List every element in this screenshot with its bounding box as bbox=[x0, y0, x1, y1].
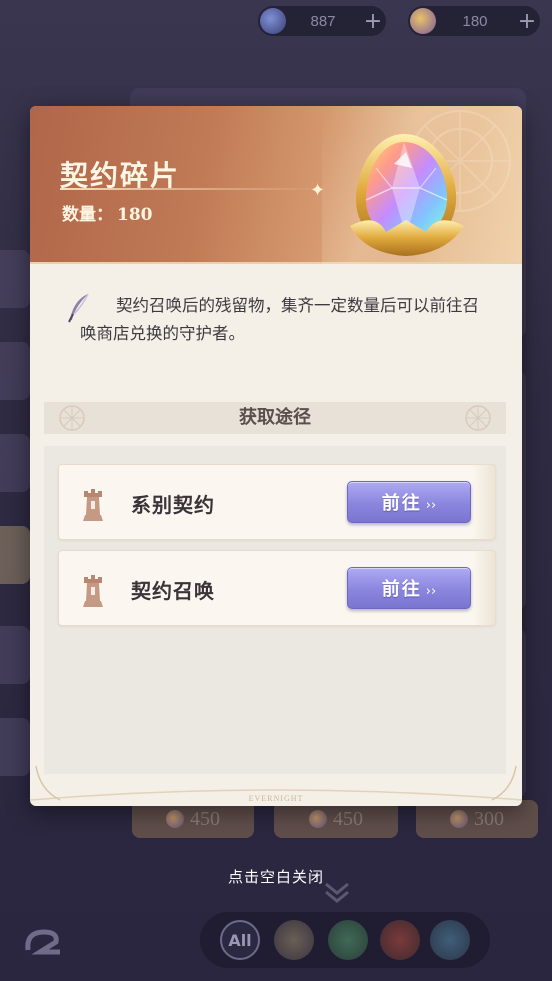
route-label: 系别契约 bbox=[131, 493, 215, 517]
rainbow-crystal-shard-icon bbox=[350, 134, 464, 256]
quantity-value: 180 bbox=[117, 205, 153, 225]
go-button-label: 前往 bbox=[381, 493, 422, 514]
side-tab[interactable] bbox=[0, 718, 30, 776]
filter-all-button[interactable]: All bbox=[220, 920, 260, 960]
item-detail-modal: 契约碎片 ✦ 数量： 180 契约召唤后的残留物，集齐一定数量后可以前往召唤商店… bbox=[30, 106, 522, 806]
go-button[interactable]: 前往 ›› bbox=[347, 567, 471, 609]
price-value: 300 bbox=[474, 807, 504, 830]
section-title: 获取途径 bbox=[239, 407, 311, 428]
side-tab[interactable] bbox=[0, 342, 30, 400]
star-orb-icon bbox=[260, 8, 286, 34]
quantity-label: 数量： bbox=[62, 205, 113, 225]
currency-crystal: 180 + bbox=[408, 6, 540, 36]
section-header: 获取途径 bbox=[44, 402, 506, 434]
side-tab[interactable] bbox=[0, 434, 30, 492]
add-currency-button[interactable]: + bbox=[514, 9, 540, 34]
description-text: 契约召唤后的残留物，集齐一定数量后可以前往召唤商店兑换的守护者。 bbox=[80, 296, 479, 343]
side-tab-active[interactable] bbox=[0, 526, 30, 584]
sparkle-icon: ✦ bbox=[310, 180, 326, 201]
tower-emblem-icon bbox=[83, 489, 103, 521]
double-chevron-right-icon: ›› bbox=[425, 497, 437, 513]
acquisition-routes: 系别契约 前往 ›› 契约召唤 前往 ›› bbox=[44, 446, 506, 774]
currency-value: 887 bbox=[310, 12, 336, 30]
route-label: 契约召唤 bbox=[131, 579, 215, 603]
tower-emblem-icon bbox=[83, 575, 103, 607]
swirl-icon[interactable] bbox=[328, 920, 368, 960]
go-button-label: 前往 bbox=[381, 579, 422, 600]
flame-icon[interactable] bbox=[380, 920, 420, 960]
brand-mark: EVERNIGHT bbox=[248, 794, 304, 803]
go-button[interactable]: 前往 ›› bbox=[347, 481, 471, 523]
crystal-shard-icon bbox=[166, 810, 184, 828]
crystal-shard-icon bbox=[309, 810, 327, 828]
add-currency-button[interactable]: + bbox=[360, 9, 386, 34]
snowflake-icon[interactable] bbox=[430, 920, 470, 960]
back-icon[interactable] bbox=[20, 922, 66, 962]
price-value: 450 bbox=[333, 807, 363, 830]
currency-star-orb: 887 + bbox=[258, 6, 386, 36]
currency-value: 180 bbox=[462, 12, 488, 30]
side-tab[interactable] bbox=[0, 626, 30, 684]
close-hint[interactable]: 点击空白关闭 bbox=[0, 866, 552, 887]
route-item: 系别契约 前往 ›› bbox=[58, 464, 496, 540]
double-chevron-right-icon: ›› bbox=[425, 583, 437, 599]
side-tab[interactable] bbox=[0, 250, 30, 308]
crystal-shard-icon bbox=[450, 810, 468, 828]
modal-header: 契约碎片 ✦ 数量： 180 bbox=[30, 106, 522, 264]
price-value: 450 bbox=[190, 807, 220, 830]
crystal-shard-icon bbox=[410, 8, 436, 34]
route-item: 契约召唤 前往 ›› bbox=[58, 550, 496, 626]
mountain-icon[interactable] bbox=[274, 920, 314, 960]
title-divider bbox=[60, 188, 322, 190]
item-quantity: 数量： 180 bbox=[62, 200, 153, 225]
